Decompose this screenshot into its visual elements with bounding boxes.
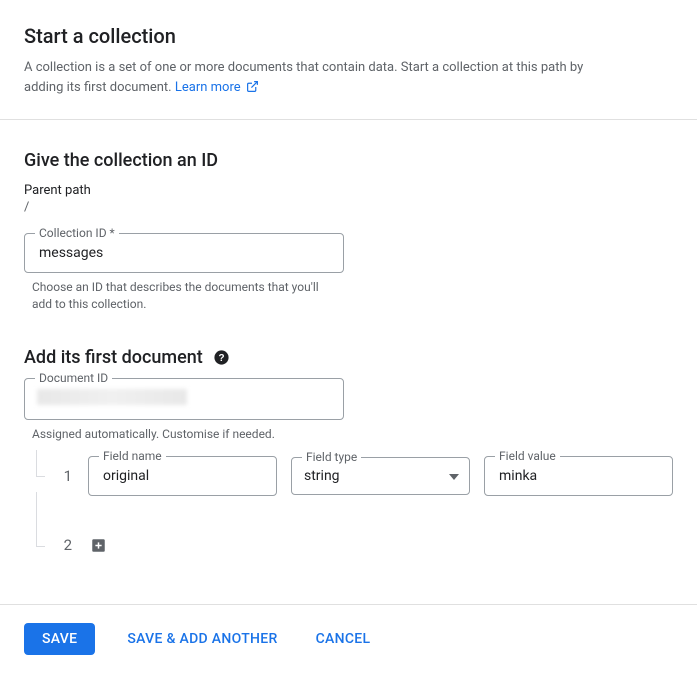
learn-more-link[interactable]: Learn more: [175, 80, 259, 95]
document-section: Add its first document ? Document ID Ass…: [0, 317, 697, 585]
document-id-label: Document ID: [35, 371, 112, 385]
dialog-header: Start a collection A collection is a set…: [0, 0, 697, 120]
add-field-button[interactable]: [90, 537, 106, 553]
field-value-input[interactable]: [497, 467, 660, 485]
dialog-actions: SAVE SAVE & ADD ANOTHER CANCEL: [0, 604, 697, 683]
help-icon[interactable]: ?: [213, 348, 231, 366]
field-type-label: Field type: [302, 450, 361, 464]
add-field-row: 2: [48, 536, 673, 554]
fields-area: 1 Field name Field type string Field val…: [24, 456, 673, 584]
field-row: 1 Field name Field type string Field val…: [48, 456, 673, 496]
field-type-select[interactable]: string: [304, 468, 457, 484]
row-index-1: 1: [52, 467, 72, 485]
document-id-value-obscured: [37, 389, 187, 405]
save-add-another-button[interactable]: SAVE & ADD ANOTHER: [121, 623, 283, 655]
dialog-description-text: A collection is a set of one or more doc…: [24, 60, 583, 95]
dialog-description: A collection is a set of one or more doc…: [24, 58, 584, 99]
field-name-field[interactable]: Field name: [88, 456, 277, 496]
learn-more-label: Learn more: [175, 80, 241, 95]
document-id-field[interactable]: Document ID: [24, 378, 344, 420]
dialog-title: Start a collection: [24, 24, 673, 48]
collection-id-input[interactable]: [37, 244, 331, 262]
collection-id-helper: Choose an ID that describes the document…: [32, 279, 332, 313]
save-button[interactable]: SAVE: [24, 623, 95, 655]
external-link-icon: [246, 80, 259, 100]
field-value-field[interactable]: Field value: [484, 456, 673, 496]
field-name-label: Field name: [99, 449, 166, 463]
cancel-button[interactable]: CANCEL: [310, 623, 377, 655]
field-name-input[interactable]: [101, 467, 264, 485]
parent-path-label: Parent path: [24, 183, 673, 198]
svg-text:?: ?: [219, 353, 225, 364]
parent-path-value: /: [24, 200, 673, 215]
collection-heading: Give the collection an ID: [24, 150, 673, 171]
collection-id-label: Collection ID *: [35, 226, 119, 240]
row-index-2: 2: [52, 536, 72, 554]
field-value-label: Field value: [495, 449, 560, 463]
field-type-field[interactable]: Field type string: [291, 457, 470, 495]
collection-id-field[interactable]: Collection ID *: [24, 233, 344, 273]
collection-section: Give the collection an ID Parent path / …: [0, 120, 697, 313]
document-id-helper: Assigned automatically. Customise if nee…: [32, 426, 332, 443]
document-heading: Add its first document: [24, 347, 203, 368]
